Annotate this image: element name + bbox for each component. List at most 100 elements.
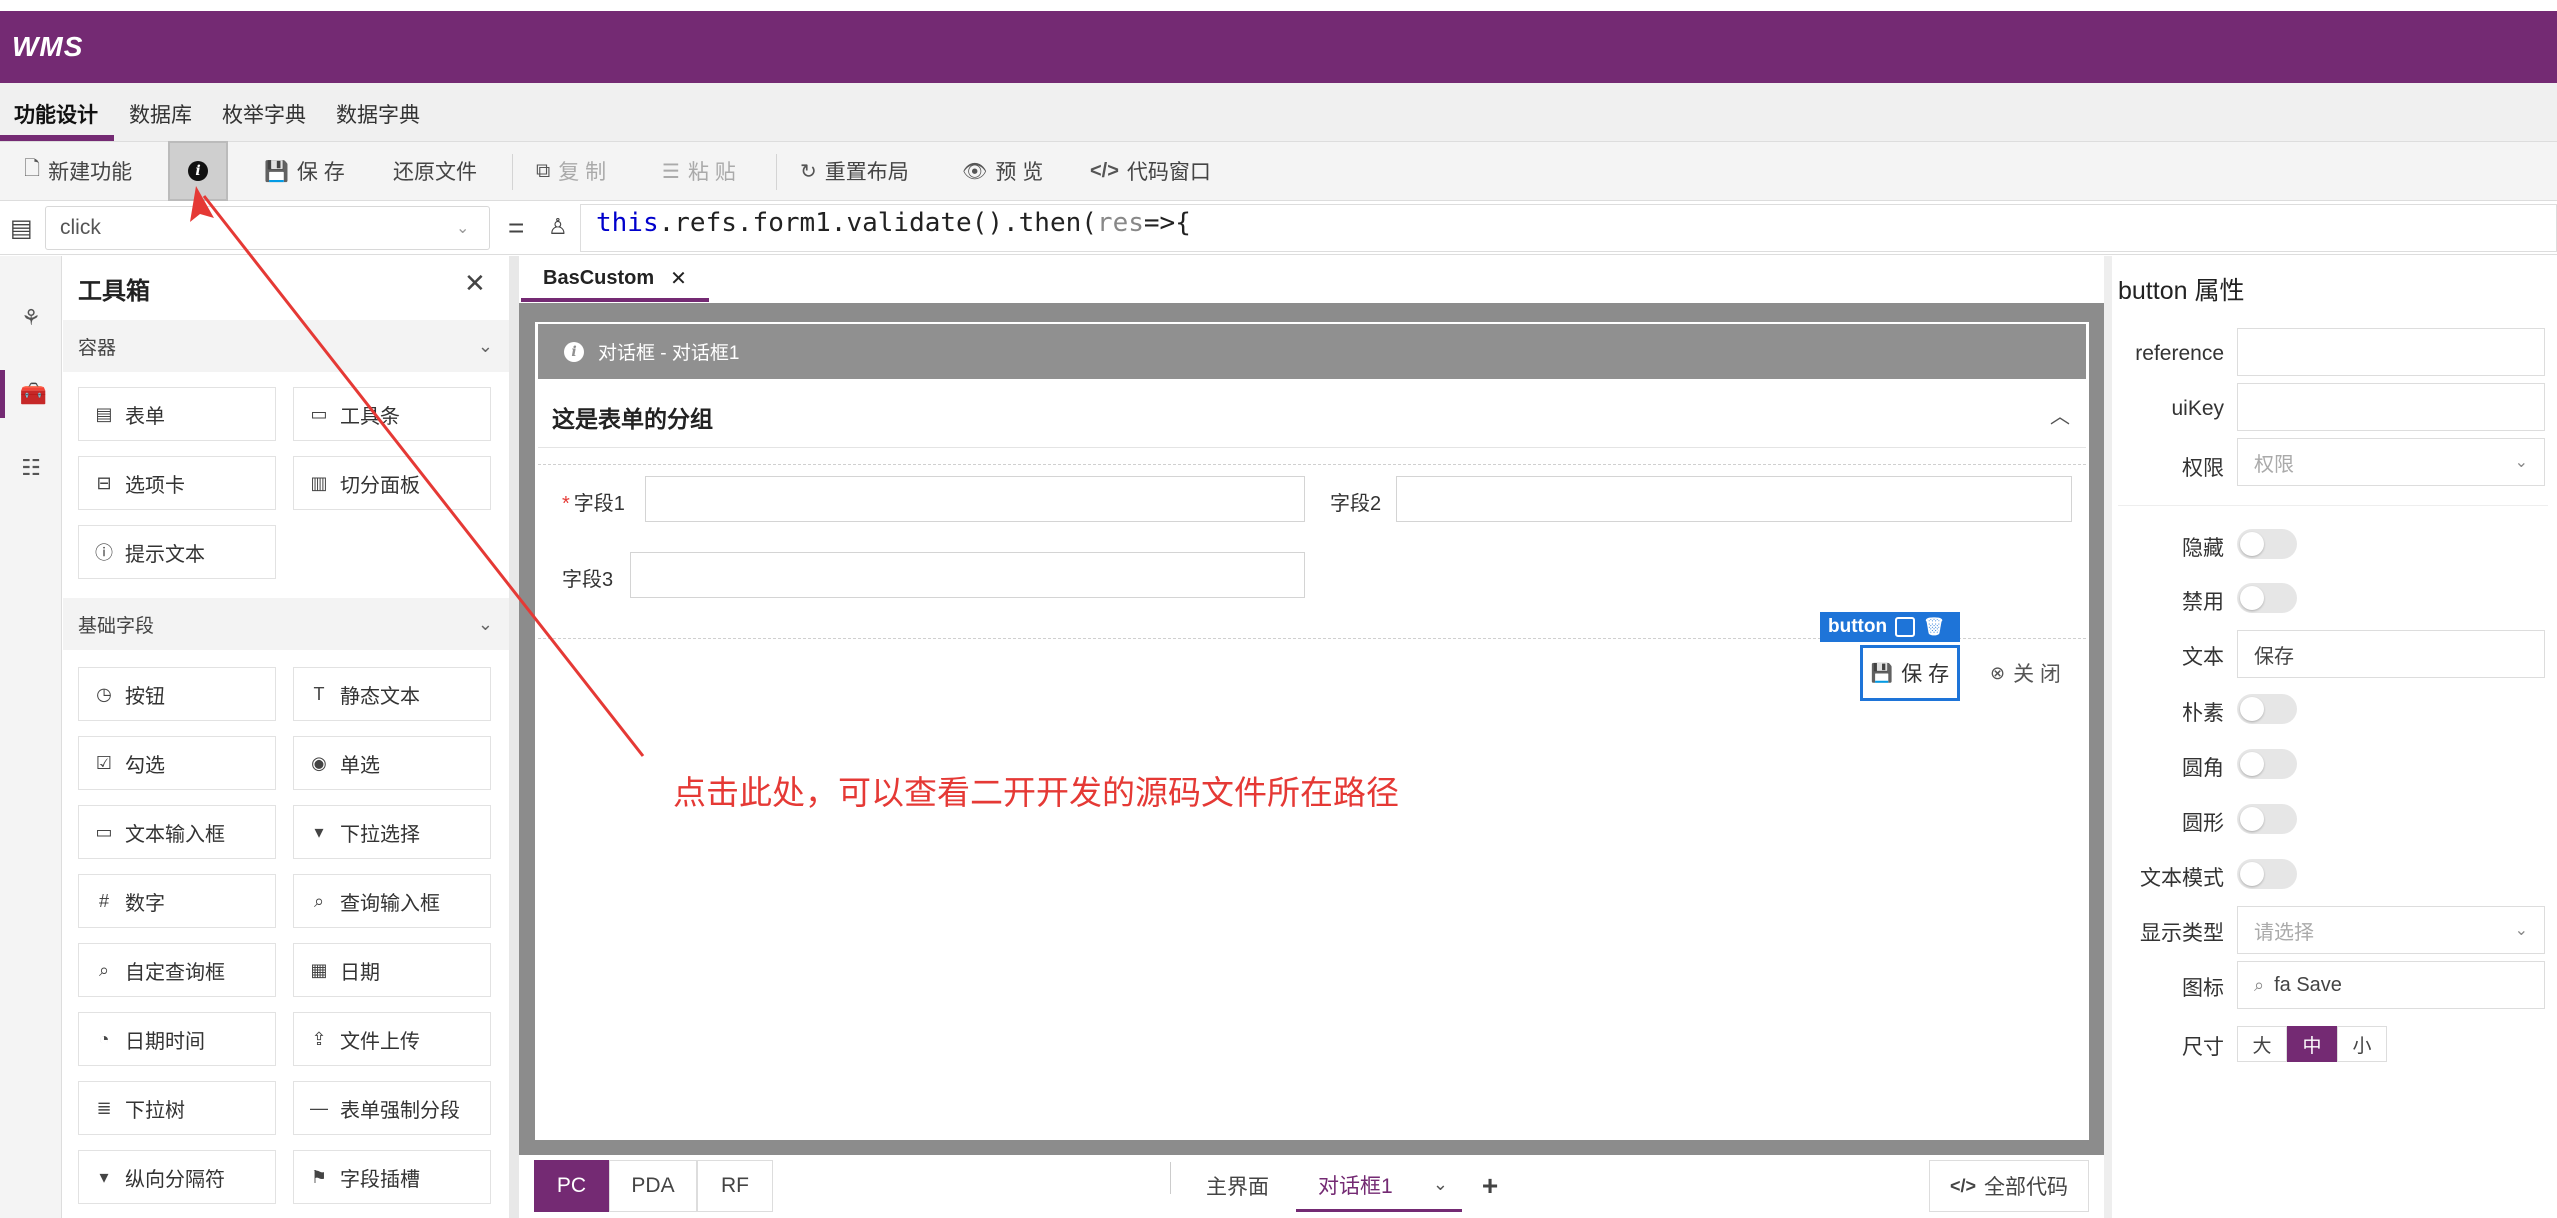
- copy-button[interactable]: ⧉ 复 制: [536, 142, 606, 200]
- field3-input[interactable]: [630, 552, 1305, 598]
- toolbox-item-caret[interactable]: ▾ 纵向分隔符: [78, 1150, 276, 1204]
- source-path-info-button[interactable]: i: [168, 141, 228, 201]
- close-icon[interactable]: ✕: [464, 268, 486, 299]
- size-medium-option[interactable]: 中: [2287, 1026, 2337, 1062]
- view-main-tab[interactable]: 主界面: [1180, 1160, 1295, 1212]
- add-view-button[interactable]: +: [1470, 1160, 1510, 1212]
- paste-button[interactable]: ☰ 粘 贴: [662, 142, 736, 200]
- radio-icon: ◉: [311, 752, 327, 773]
- dialog-save-button[interactable]: 💾 保 存: [1860, 645, 1960, 701]
- clock-icon: ◷: [96, 683, 112, 704]
- menu-enum-dict[interactable]: 枚举字典: [222, 99, 306, 129]
- toolbox-icon[interactable]: 🧰: [0, 370, 62, 418]
- toolbox-item-clock[interactable]: ◷ 按钮: [78, 667, 276, 721]
- calendar-icon: ▦: [310, 959, 328, 980]
- prop-uikey-input[interactable]: [2237, 383, 2545, 431]
- reset-layout-button[interactable]: ↻ 重置布局: [800, 142, 909, 200]
- prop-display-select[interactable]: 请选择 ⌄: [2237, 906, 2545, 954]
- field2-label: 字段2: [1330, 493, 1382, 515]
- reset-layout-label: 重置布局: [824, 161, 909, 184]
- chevron-up-icon[interactable]: ︿: [2050, 400, 2070, 429]
- toolbox-item-text[interactable]: T 静态文本: [293, 667, 491, 721]
- toolbox-item-calendar[interactable]: ▦ 日期: [293, 943, 491, 997]
- event-select[interactable]: click ⌄: [45, 206, 490, 250]
- section-containers[interactable]: 容器 ⌄: [63, 320, 509, 372]
- toolbox-item-checkbox[interactable]: ☑ 勾选: [78, 736, 276, 790]
- code-tail: =>{: [1143, 208, 1191, 238]
- toolbox-item-toolbar[interactable]: ▭ 工具条: [293, 387, 491, 441]
- close-icon[interactable]: ✕: [670, 266, 687, 291]
- view-dialog1-tab[interactable]: 对话框1 ⌄: [1296, 1160, 1462, 1212]
- dialog-close-button[interactable]: ⊗ 关 闭: [1990, 645, 2061, 701]
- toolbox-item-number[interactable]: # 数字: [78, 874, 276, 928]
- prop-disabled-toggle[interactable]: [2237, 583, 2297, 613]
- toolbox-item-query-input[interactable]: ⌕ 查询输入框: [293, 874, 491, 928]
- field1-label: * 字段1: [562, 487, 625, 516]
- new-function-button[interactable]: 🗋 新建功能: [24, 142, 132, 200]
- platform-pc-tab[interactable]: PC: [534, 1160, 609, 1212]
- size-large-option[interactable]: 大: [2237, 1026, 2287, 1062]
- tab-bascustom[interactable]: BasCustom ✕: [521, 258, 709, 302]
- eye-icon: 👁: [962, 160, 988, 183]
- toolbox-item-dash[interactable]: — 表单强制分段: [293, 1081, 491, 1135]
- code-window-button[interactable]: </> 代码窗口: [1090, 142, 1211, 200]
- info-icon: ⓘ: [95, 543, 113, 563]
- prop-text-input[interactable]: 保存: [2237, 630, 2545, 678]
- menu-function-design[interactable]: 功能设计: [14, 99, 98, 129]
- prop-uikey-label: uiKey: [2171, 397, 2224, 420]
- components-icon[interactable]: ⚘: [0, 294, 62, 342]
- prop-perm-placeholder: 权限: [2254, 453, 2294, 476]
- prop-hidden-toggle[interactable]: [2237, 529, 2297, 559]
- toolbox-item-tree[interactable]: ≣ 下拉树: [78, 1081, 276, 1135]
- toolbox-item-label: 表单: [125, 405, 165, 428]
- toolbox-item-label: 文本输入框: [125, 823, 225, 846]
- document-icon: ▤: [10, 215, 33, 242]
- left-splitter[interactable]: [509, 256, 519, 1218]
- toolbox-item-form[interactable]: ▤ 表单: [78, 387, 276, 441]
- prop-reference-input[interactable]: [2237, 328, 2545, 376]
- all-code-button[interactable]: </> 全部代码: [1929, 1160, 2089, 1212]
- menu-data-dict[interactable]: 数据字典: [336, 99, 420, 129]
- platform-rf-tab[interactable]: RF: [697, 1160, 773, 1212]
- duplicate-icon[interactable]: [1895, 617, 1916, 637]
- prop-round-toggle[interactable]: [2237, 749, 2297, 779]
- prop-textmode-toggle[interactable]: [2237, 859, 2297, 889]
- toolbox-item-custom-query[interactable]: ⌕ 自定查询框: [78, 943, 276, 997]
- datetime-icon: ◔: [98, 1028, 110, 1049]
- chevron-down-icon: ⌄: [2514, 922, 2528, 939]
- toolbox-item-tabs[interactable]: ⊟ 选项卡: [78, 456, 276, 510]
- toolbox-item-info[interactable]: ⓘ 提示文本: [78, 525, 276, 579]
- save-file-button[interactable]: 💾 保 存: [264, 142, 345, 200]
- chevron-down-icon[interactable]: ⌄: [1433, 1174, 1448, 1195]
- prop-icon-value: fa Save: [2274, 973, 2342, 996]
- outline-icon[interactable]: ☷: [0, 444, 62, 492]
- section-basic-fields[interactable]: 基础字段 ⌄: [63, 598, 509, 650]
- prop-circle-label: 圆形: [2182, 812, 2224, 835]
- trash-icon[interactable]: 🗑: [1923, 617, 1945, 637]
- toolbox-item-upload[interactable]: ⇪ 文件上传: [293, 1012, 491, 1066]
- prop-plain-toggle[interactable]: [2237, 694, 2297, 724]
- field1-input[interactable]: [645, 476, 1305, 522]
- restore-file-button[interactable]: 还原文件: [393, 142, 477, 200]
- left-rail: ⚘ 🧰 ☷: [0, 256, 62, 1218]
- prop-icon-input[interactable]: ⌕ fa Save: [2237, 961, 2545, 1009]
- toolbox-item-split[interactable]: ▥ 切分面板: [293, 456, 491, 510]
- prop-perm-select[interactable]: 权限 ⌄: [2237, 438, 2545, 486]
- prop-circle-toggle[interactable]: [2237, 804, 2297, 834]
- toolbox-item-flag[interactable]: ⚑ 字段插槽: [293, 1150, 491, 1204]
- right-splitter[interactable]: [2104, 256, 2112, 1218]
- toolbox-item-label: 数字: [125, 892, 165, 915]
- toolbox-item-radio[interactable]: ◉ 单选: [293, 736, 491, 790]
- prop-display-label: 显示类型: [2140, 922, 2224, 945]
- toolbox-item-dropdown[interactable]: ▾ 下拉选择: [293, 805, 491, 859]
- chevron-down-icon: ⌄: [456, 220, 470, 237]
- toolbox-item-datetime[interactable]: ◔ 日期时间: [78, 1012, 276, 1066]
- field2-input[interactable]: [1396, 476, 2072, 522]
- toolbox-item-label: 提示文本: [125, 543, 205, 566]
- toolbox-item-textbox[interactable]: ▭ 文本输入框: [78, 805, 276, 859]
- platform-pda-tab[interactable]: PDA: [609, 1160, 697, 1212]
- preview-button[interactable]: 👁 预 览: [962, 142, 1043, 200]
- menu-database[interactable]: 数据库: [129, 99, 192, 129]
- number-icon: #: [98, 890, 109, 911]
- size-small-option[interactable]: 小: [2337, 1026, 2387, 1062]
